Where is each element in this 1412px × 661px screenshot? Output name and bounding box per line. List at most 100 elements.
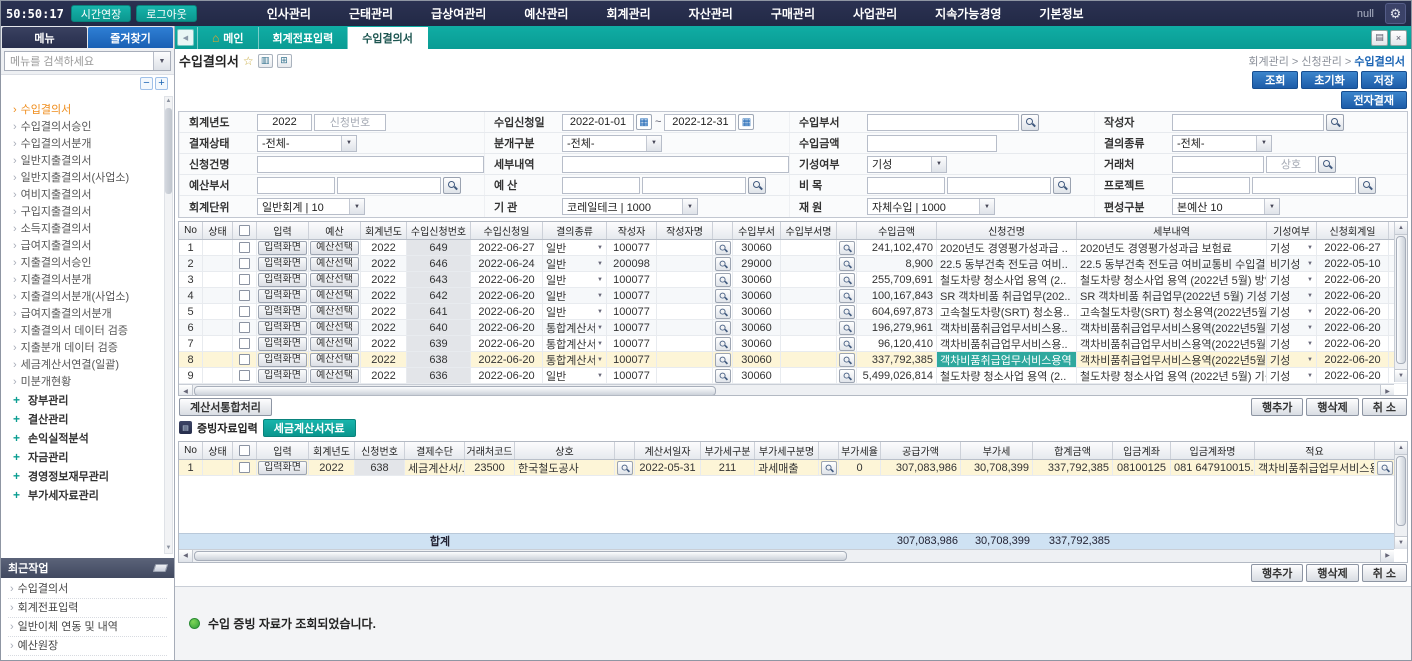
column-header[interactable]: 기성여부 xyxy=(1267,222,1317,239)
gisung-select[interactable]: 기성▼ xyxy=(1267,304,1317,319)
column-header[interactable]: 입금계좌 xyxy=(1113,442,1171,459)
search-icon[interactable] xyxy=(715,257,731,271)
scroll-thumb[interactable] xyxy=(194,551,847,561)
select-all-checkbox[interactable] xyxy=(239,445,250,456)
row-checkbox[interactable] xyxy=(239,338,250,349)
top-menu-item[interactable]: 인사관리 xyxy=(248,5,330,22)
cancel-button[interactable]: 취 소 xyxy=(1362,564,1407,582)
save-button[interactable]: 저장 xyxy=(1361,71,1407,89)
search-icon[interactable] xyxy=(839,273,855,287)
top-menu-item[interactable]: 기본정보 xyxy=(1020,5,1102,22)
search-icon[interactable] xyxy=(443,177,461,194)
date-to-input[interactable]: 2022-12-31 xyxy=(664,114,736,131)
sidebar-item[interactable]: ›급여지출결의서분개 xyxy=(13,306,162,323)
note-search-cell[interactable] xyxy=(1375,460,1395,475)
gisung-select[interactable]: 기성▼ xyxy=(1267,368,1317,383)
tab-main[interactable]: ⌂ 메인 xyxy=(197,27,259,49)
delete-row-button[interactable]: 행삭제 xyxy=(1306,398,1358,416)
sidebar-item[interactable]: ›일반지출결의서(사업소) xyxy=(13,170,162,187)
extend-time-button[interactable]: 시간연장 xyxy=(71,5,131,22)
input-screen-button[interactable]: 입력화면 xyxy=(257,256,309,271)
budget-select-button[interactable]: 예산선택 xyxy=(309,256,361,271)
evidence-grid-horizontal-scrollbar[interactable]: ◀ ▶ xyxy=(179,549,1394,562)
clear-recent-icon[interactable] xyxy=(153,564,169,572)
reset-button[interactable]: 초기화 xyxy=(1301,71,1357,89)
column-header[interactable]: 예산 xyxy=(309,222,361,239)
income-grid-row[interactable]: 8입력화면예산선택20226382022-06-20통합계산서▼10007730… xyxy=(179,352,1407,368)
sidebar-item[interactable]: ›지출결의서승인 xyxy=(13,255,162,272)
column-header[interactable]: 수입금액 xyxy=(857,222,937,239)
organization-select[interactable]: 코레일테크 | 1000▼ xyxy=(562,198,698,215)
top-menu-item[interactable]: 구매관리 xyxy=(752,5,834,22)
sidebar-group[interactable]: +결산관리 xyxy=(13,410,162,429)
column-header[interactable]: 부가세율 xyxy=(839,442,881,459)
logout-button[interactable]: 로그아웃 xyxy=(136,5,196,22)
budget-select-button[interactable]: 예산선택 xyxy=(309,352,361,367)
search-icon[interactable] xyxy=(715,241,731,255)
sidebar-item[interactable]: ›지출분개 데이터 검증 xyxy=(13,340,162,357)
search-icon[interactable] xyxy=(1021,114,1039,131)
dept-search-cell[interactable] xyxy=(837,240,857,255)
search-icon[interactable] xyxy=(1326,114,1344,131)
row-checkbox[interactable] xyxy=(239,370,250,381)
dept-search-cell[interactable] xyxy=(837,336,857,351)
input-screen-button[interactable]: 입력화면 xyxy=(257,304,309,319)
sidebar-item[interactable]: ›수입결의서승인 xyxy=(13,119,162,136)
column-header[interactable]: 수입부서명 xyxy=(781,222,837,239)
input-screen-button[interactable]: 입력화면 xyxy=(258,369,307,383)
income-grid-row[interactable]: 3입력화면예산선택20226432022-06-20일반▼10007730060… xyxy=(179,272,1407,288)
input-screen-button[interactable]: 입력화면 xyxy=(257,460,309,475)
date-from-input[interactable]: 2022-01-01 xyxy=(562,114,634,131)
income-amount-input[interactable] xyxy=(867,135,997,152)
row-checkbox[interactable] xyxy=(239,322,250,333)
row-checkbox[interactable] xyxy=(239,354,250,365)
income-grid-row[interactable]: 5입력화면예산선택20226412022-06-20일반▼10007730060… xyxy=(179,304,1407,320)
decision-type-select[interactable]: 통합계산서▼ xyxy=(546,336,603,351)
gisung-select[interactable]: 비기성▼ xyxy=(1270,256,1313,271)
scroll-up-icon[interactable]: ▲ xyxy=(1395,442,1407,455)
column-header[interactable]: 신청회계일 xyxy=(1317,222,1389,239)
writer-input[interactable] xyxy=(1172,114,1324,131)
recent-task-item[interactable]: ›회계전표입력 xyxy=(8,599,167,618)
tab-income-resolution[interactable]: 수입결의서 xyxy=(348,27,428,49)
sidebar-group[interactable]: +자금관리 xyxy=(13,448,162,467)
dept-search-cell[interactable] xyxy=(837,352,857,367)
input-screen-button[interactable]: 입력화면 xyxy=(257,240,309,255)
scroll-thumb[interactable] xyxy=(194,386,716,396)
row-checkbox[interactable] xyxy=(239,290,250,301)
scroll-thumb[interactable] xyxy=(1396,236,1406,364)
column-header[interactable] xyxy=(1375,442,1395,459)
decision-type-select[interactable]: 일반▼ xyxy=(543,256,607,271)
input-screen-button[interactable]: 입력화면 xyxy=(258,273,307,287)
sidebar-item[interactable]: ›수입결의서분개 xyxy=(13,136,162,153)
row-checkbox-cell[interactable] xyxy=(233,336,257,351)
column-header[interactable] xyxy=(233,222,257,239)
tab-scroll-left-button[interactable]: ◀ xyxy=(177,29,194,46)
scroll-up-icon[interactable]: ▲ xyxy=(1395,222,1407,235)
income-grid-row[interactable]: 1입력화면예산선택20226492022-06-27일반▼10007730060… xyxy=(179,240,1407,256)
column-header[interactable]: 거래처코드 xyxy=(465,442,515,459)
input-screen-button[interactable]: 입력화면 xyxy=(258,353,307,367)
column-header[interactable]: No xyxy=(179,222,203,239)
budget-code-input[interactable] xyxy=(562,177,640,194)
evidence-grid-row[interactable]: 1입력화면2022638세금계산서/..23500한국철도공사2022-05-3… xyxy=(179,460,1407,476)
sidebar-item[interactable]: ›급여지출결의서 xyxy=(13,238,162,255)
request-number-input[interactable]: 신청번호 xyxy=(314,114,386,131)
sidebar-group[interactable]: +손익실적분석 xyxy=(13,429,162,448)
decision-type-select[interactable]: 일반▼ xyxy=(543,272,607,287)
expand-all-button[interactable]: + xyxy=(155,77,168,90)
gisung-select[interactable]: 기성▼ xyxy=(867,156,947,173)
menu-search-input[interactable]: 메뉴를 검색하세요 ▼ xyxy=(4,51,171,71)
recent-task-item[interactable]: ›일반이체 연동 및 내역 xyxy=(8,618,167,637)
input-screen-button[interactable]: 입력화면 xyxy=(258,461,307,475)
search-icon[interactable] xyxy=(839,289,855,303)
input-screen-button[interactable]: 입력화면 xyxy=(258,321,307,335)
scroll-thumb[interactable] xyxy=(165,108,172,194)
dept-search-cell[interactable] xyxy=(837,304,857,319)
column-header[interactable] xyxy=(819,442,839,459)
column-header[interactable]: 부가세 xyxy=(961,442,1033,459)
decision-type-select[interactable]: 일반▼ xyxy=(546,272,603,287)
new-window-icon[interactable]: ⊞ xyxy=(277,54,292,68)
calendar-icon[interactable]: ▦ xyxy=(738,114,754,130)
budget-dept-code-input[interactable] xyxy=(257,177,335,194)
